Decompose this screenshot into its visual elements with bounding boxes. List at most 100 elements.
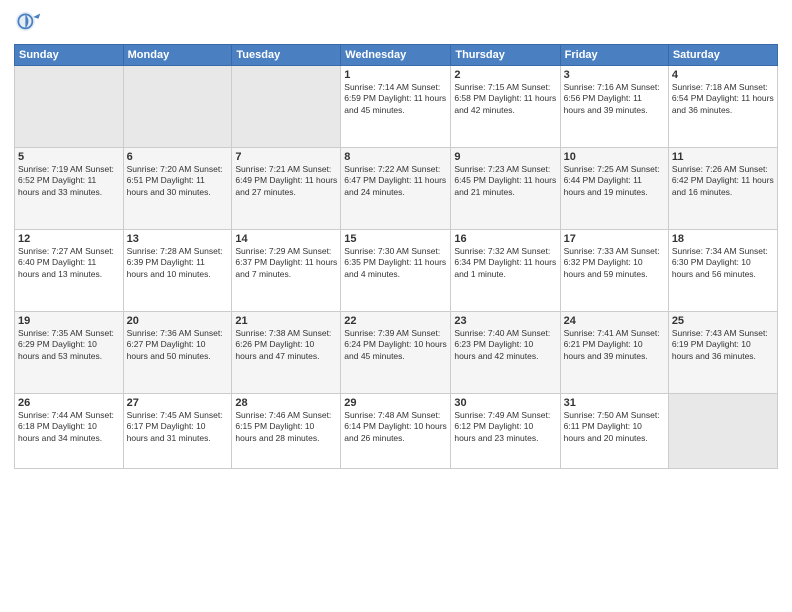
col-header-thursday: Thursday [451,45,560,66]
day-info: Sunrise: 7:20 AM Sunset: 6:51 PM Dayligh… [127,164,229,198]
calendar-cell: 15Sunrise: 7:30 AM Sunset: 6:35 PM Dayli… [341,230,451,312]
calendar-cell: 22Sunrise: 7:39 AM Sunset: 6:24 PM Dayli… [341,312,451,394]
day-info: Sunrise: 7:15 AM Sunset: 6:58 PM Dayligh… [454,82,556,116]
calendar-cell: 1Sunrise: 7:14 AM Sunset: 6:59 PM Daylig… [341,66,451,148]
col-header-saturday: Saturday [668,45,777,66]
calendar-cell: 12Sunrise: 7:27 AM Sunset: 6:40 PM Dayli… [15,230,124,312]
calendar-cell: 8Sunrise: 7:22 AM Sunset: 6:47 PM Daylig… [341,148,451,230]
calendar-cell: 17Sunrise: 7:33 AM Sunset: 6:32 PM Dayli… [560,230,668,312]
day-number: 8 [344,151,447,163]
day-info: Sunrise: 7:27 AM Sunset: 6:40 PM Dayligh… [18,246,120,280]
day-number: 3 [564,69,665,81]
calendar-cell: 25Sunrise: 7:43 AM Sunset: 6:19 PM Dayli… [668,312,777,394]
day-info: Sunrise: 7:22 AM Sunset: 6:47 PM Dayligh… [344,164,447,198]
calendar-cell: 13Sunrise: 7:28 AM Sunset: 6:39 PM Dayli… [123,230,232,312]
day-info: Sunrise: 7:49 AM Sunset: 6:12 PM Dayligh… [454,410,556,444]
day-info: Sunrise: 7:23 AM Sunset: 6:45 PM Dayligh… [454,164,556,198]
day-info: Sunrise: 7:40 AM Sunset: 6:23 PM Dayligh… [454,328,556,362]
day-info: Sunrise: 7:28 AM Sunset: 6:39 PM Dayligh… [127,246,229,280]
day-number: 17 [564,233,665,245]
calendar-cell: 7Sunrise: 7:21 AM Sunset: 6:49 PM Daylig… [232,148,341,230]
calendar-cell: 10Sunrise: 7:25 AM Sunset: 6:44 PM Dayli… [560,148,668,230]
day-info: Sunrise: 7:25 AM Sunset: 6:44 PM Dayligh… [564,164,665,198]
calendar-cell: 19Sunrise: 7:35 AM Sunset: 6:29 PM Dayli… [15,312,124,394]
day-number: 6 [127,151,229,163]
day-number: 14 [235,233,337,245]
day-number: 24 [564,315,665,327]
col-header-wednesday: Wednesday [341,45,451,66]
day-info: Sunrise: 7:45 AM Sunset: 6:17 PM Dayligh… [127,410,229,444]
day-number: 12 [18,233,120,245]
calendar-cell: 30Sunrise: 7:49 AM Sunset: 6:12 PM Dayli… [451,394,560,469]
calendar-cell: 6Sunrise: 7:20 AM Sunset: 6:51 PM Daylig… [123,148,232,230]
day-number: 28 [235,397,337,409]
col-header-friday: Friday [560,45,668,66]
calendar-container: SundayMondayTuesdayWednesdayThursdayFrid… [0,0,792,612]
calendar-cell: 4Sunrise: 7:18 AM Sunset: 6:54 PM Daylig… [668,66,777,148]
day-number: 7 [235,151,337,163]
calendar-cell: 14Sunrise: 7:29 AM Sunset: 6:37 PM Dayli… [232,230,341,312]
day-number: 16 [454,233,556,245]
day-info: Sunrise: 7:39 AM Sunset: 6:24 PM Dayligh… [344,328,447,362]
day-info: Sunrise: 7:38 AM Sunset: 6:26 PM Dayligh… [235,328,337,362]
calendar-cell [15,66,124,148]
day-info: Sunrise: 7:21 AM Sunset: 6:49 PM Dayligh… [235,164,337,198]
calendar-cell [668,394,777,469]
day-number: 4 [672,69,774,81]
logo [14,10,46,38]
col-header-sunday: Sunday [15,45,124,66]
col-header-tuesday: Tuesday [232,45,341,66]
day-number: 1 [344,69,447,81]
day-info: Sunrise: 7:50 AM Sunset: 6:11 PM Dayligh… [564,410,665,444]
col-header-monday: Monday [123,45,232,66]
calendar-cell: 18Sunrise: 7:34 AM Sunset: 6:30 PM Dayli… [668,230,777,312]
day-number: 11 [672,151,774,163]
header [14,10,778,38]
day-number: 13 [127,233,229,245]
day-info: Sunrise: 7:18 AM Sunset: 6:54 PM Dayligh… [672,82,774,116]
day-info: Sunrise: 7:14 AM Sunset: 6:59 PM Dayligh… [344,82,447,116]
calendar-cell: 21Sunrise: 7:38 AM Sunset: 6:26 PM Dayli… [232,312,341,394]
day-number: 15 [344,233,447,245]
calendar-cell: 3Sunrise: 7:16 AM Sunset: 6:56 PM Daylig… [560,66,668,148]
day-info: Sunrise: 7:29 AM Sunset: 6:37 PM Dayligh… [235,246,337,280]
day-info: Sunrise: 7:32 AM Sunset: 6:34 PM Dayligh… [454,246,556,280]
calendar-cell: 31Sunrise: 7:50 AM Sunset: 6:11 PM Dayli… [560,394,668,469]
calendar-cell: 23Sunrise: 7:40 AM Sunset: 6:23 PM Dayli… [451,312,560,394]
day-number: 21 [235,315,337,327]
calendar-cell: 24Sunrise: 7:41 AM Sunset: 6:21 PM Dayli… [560,312,668,394]
calendar-cell: 29Sunrise: 7:48 AM Sunset: 6:14 PM Dayli… [341,394,451,469]
day-number: 5 [18,151,120,163]
day-number: 19 [18,315,120,327]
calendar-cell: 26Sunrise: 7:44 AM Sunset: 6:18 PM Dayli… [15,394,124,469]
calendar-cell: 20Sunrise: 7:36 AM Sunset: 6:27 PM Dayli… [123,312,232,394]
day-info: Sunrise: 7:41 AM Sunset: 6:21 PM Dayligh… [564,328,665,362]
calendar-cell: 9Sunrise: 7:23 AM Sunset: 6:45 PM Daylig… [451,148,560,230]
day-number: 29 [344,397,447,409]
day-info: Sunrise: 7:19 AM Sunset: 6:52 PM Dayligh… [18,164,120,198]
calendar-cell: 5Sunrise: 7:19 AM Sunset: 6:52 PM Daylig… [15,148,124,230]
day-number: 31 [564,397,665,409]
calendar-cell: 28Sunrise: 7:46 AM Sunset: 6:15 PM Dayli… [232,394,341,469]
calendar-cell: 11Sunrise: 7:26 AM Sunset: 6:42 PM Dayli… [668,148,777,230]
day-info: Sunrise: 7:46 AM Sunset: 6:15 PM Dayligh… [235,410,337,444]
day-number: 23 [454,315,556,327]
calendar-cell: 27Sunrise: 7:45 AM Sunset: 6:17 PM Dayli… [123,394,232,469]
day-number: 2 [454,69,556,81]
day-number: 18 [672,233,774,245]
day-info: Sunrise: 7:36 AM Sunset: 6:27 PM Dayligh… [127,328,229,362]
calendar-cell: 2Sunrise: 7:15 AM Sunset: 6:58 PM Daylig… [451,66,560,148]
day-number: 25 [672,315,774,327]
day-number: 22 [344,315,447,327]
day-info: Sunrise: 7:34 AM Sunset: 6:30 PM Dayligh… [672,246,774,280]
calendar-table: SundayMondayTuesdayWednesdayThursdayFrid… [14,44,778,469]
calendar-cell [123,66,232,148]
day-info: Sunrise: 7:16 AM Sunset: 6:56 PM Dayligh… [564,82,665,116]
day-info: Sunrise: 7:26 AM Sunset: 6:42 PM Dayligh… [672,164,774,198]
day-number: 20 [127,315,229,327]
day-number: 27 [127,397,229,409]
day-info: Sunrise: 7:48 AM Sunset: 6:14 PM Dayligh… [344,410,447,444]
logo-icon [14,10,42,38]
calendar-cell [232,66,341,148]
day-info: Sunrise: 7:44 AM Sunset: 6:18 PM Dayligh… [18,410,120,444]
